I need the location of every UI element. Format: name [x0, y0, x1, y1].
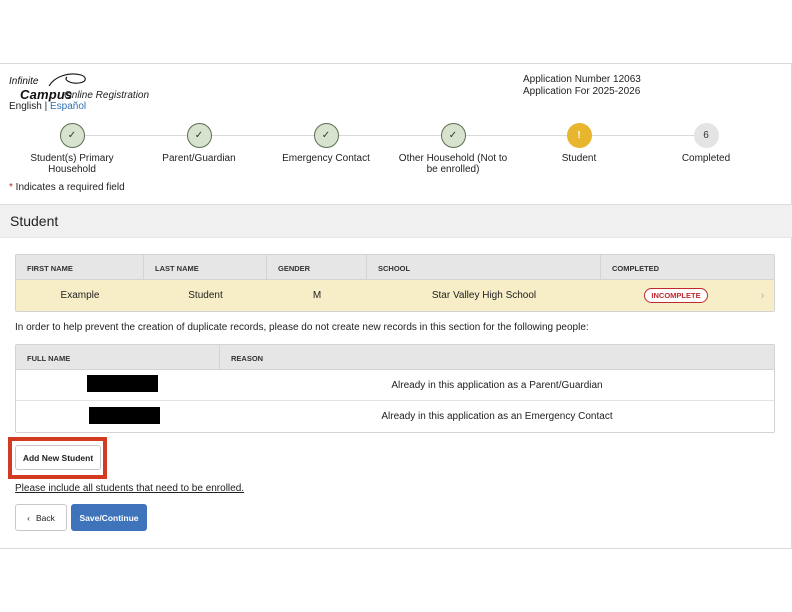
lang-english[interactable]: English — [9, 101, 42, 112]
duplicates-table: FULL NAME REASON Already in this applica… — [15, 344, 775, 433]
col-last-name: LAST NAME — [144, 255, 267, 279]
reason-cell: Already in this application as a Parent/… — [391, 379, 603, 391]
step-label: Completed — [681, 153, 731, 164]
student-last-name: Student — [188, 290, 223, 301]
warning-icon: ! — [566, 123, 592, 148]
students-table: FIRST NAME LAST NAME GENDER SCHOOL COMPL… — [15, 254, 775, 312]
status-chevron[interactable]: › — [751, 290, 774, 302]
student-first-name: Example — [60, 290, 100, 301]
status-cell: INCOMPLETE — [601, 288, 751, 303]
application-info: Application Number 12063 Application For… — [523, 74, 641, 98]
check-icon: ✓ — [313, 123, 339, 148]
step-label: Parent/Guardian — [162, 153, 236, 164]
step-number: 6 — [693, 123, 719, 148]
redacted-name — [88, 406, 160, 424]
chevron-right-icon: › — [760, 289, 765, 302]
include-students-note: Please include all students that need to… — [15, 483, 245, 494]
col-gender: GENDER — [267, 255, 367, 279]
step-completed[interactable]: 6 Completed — [641, 123, 771, 164]
section-header: Student — [0, 204, 792, 238]
col-completed: COMPLETED — [612, 264, 660, 273]
step-label: Emergency Contact — [282, 153, 370, 164]
step-label: Student — [561, 153, 597, 164]
table-header: FULL NAME REASON — [16, 345, 774, 370]
col-full-name: FULL NAME — [16, 345, 220, 369]
status-badge: INCOMPLETE — [644, 288, 708, 303]
reason-cell: Already in this application as an Emerge… — [381, 411, 613, 422]
step-parent-guardian[interactable]: ✓ Parent/Guardian — [134, 123, 264, 164]
section-title: Student — [10, 213, 59, 229]
step-other-household[interactable]: ✓ Other Household (Not to be enrolled) — [388, 123, 518, 175]
lang-spanish-link[interactable]: Español — [50, 101, 86, 112]
table-row: Already in this application as a Parent/… — [16, 370, 774, 401]
step-student[interactable]: ! Student — [514, 123, 644, 164]
duplicate-notice: In order to help prevent the creation of… — [15, 322, 589, 333]
table-header: FIRST NAME LAST NAME GENDER SCHOOL COMPL… — [16, 255, 774, 280]
logo-text-infinite: Infinite — [9, 76, 39, 87]
lang-separator: | — [44, 101, 48, 112]
required-field-note: * Indicates a required field — [9, 182, 125, 193]
step-emergency-contact[interactable]: ✓ Emergency Contact — [261, 123, 391, 164]
required-text: Indicates a required field — [12, 182, 125, 193]
check-icon: ✓ — [186, 123, 212, 148]
check-icon: ✓ — [59, 123, 85, 148]
col-reason: REASON — [231, 354, 264, 363]
table-row: Already in this application as an Emerge… — [16, 401, 774, 432]
student-school: Star Valley High School — [431, 290, 537, 301]
add-new-student-button[interactable]: Add New Student — [15, 445, 101, 470]
logo-subtitle: Online Registration — [64, 90, 150, 101]
application-number: Application Number 12063 — [523, 74, 641, 85]
check-icon: ✓ — [440, 123, 466, 148]
chevron-left-icon: ‹ — [27, 512, 30, 523]
back-button[interactable]: ‹ Back — [15, 504, 67, 531]
full-name-cell — [16, 406, 220, 427]
back-label: Back — [35, 512, 55, 523]
application-year: Application For 2025-2026 — [523, 86, 641, 97]
full-name-cell — [16, 375, 220, 395]
student-gender: M — [312, 290, 322, 301]
col-first-name: FIRST NAME — [16, 255, 144, 279]
language-switcher: English | Español — [9, 101, 86, 112]
redacted-name — [86, 375, 158, 392]
step-label: Student(s) Primary Household — [30, 153, 114, 175]
step-label: Other Household (Not to be enrolled) — [398, 153, 508, 175]
student-row[interactable]: Example Student M Star Valley High Schoo… — [16, 280, 774, 311]
col-school: SCHOOL — [367, 255, 601, 279]
save-continue-button[interactable]: Save/Continue — [71, 504, 147, 531]
step-primary-household[interactable]: ✓ Student(s) Primary Household — [7, 123, 137, 175]
